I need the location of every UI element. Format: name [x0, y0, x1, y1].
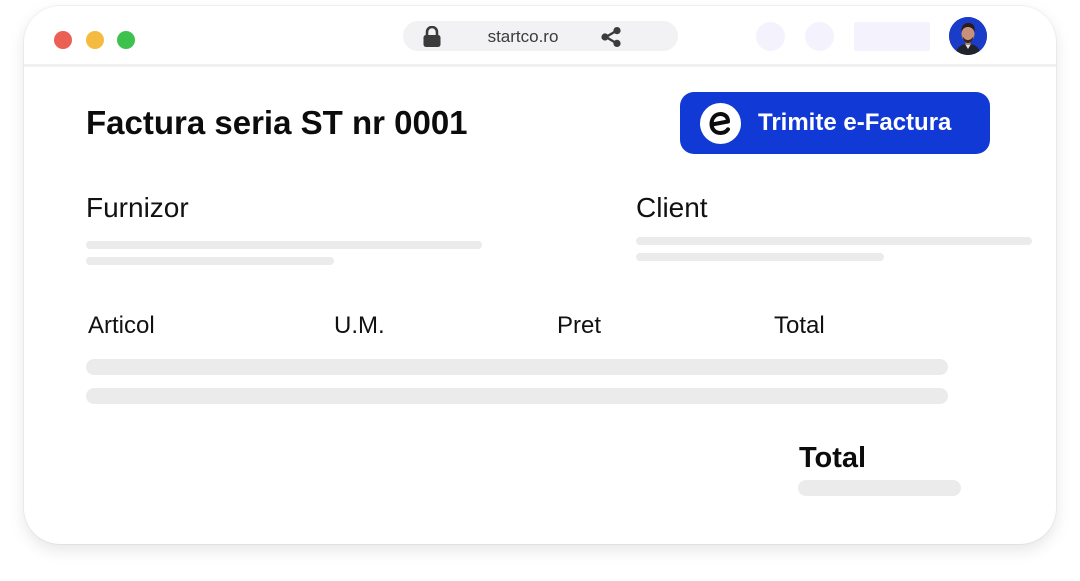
- url-text[interactable]: startco.ro: [463, 27, 583, 47]
- maximize-window-button[interactable]: [117, 31, 135, 49]
- invoice-total-value-placeholder: [798, 480, 961, 496]
- column-header-item: Articol: [88, 312, 155, 339]
- nav-placeholder-circle[interactable]: [756, 22, 785, 51]
- column-header-price: Pret: [557, 312, 602, 339]
- nav-placeholder-circle[interactable]: [805, 22, 834, 51]
- client-heading: Client: [636, 192, 708, 223]
- nav-placeholder-pill[interactable]: [854, 22, 930, 51]
- lock-icon: [423, 26, 441, 47]
- avatar-image: [949, 17, 987, 55]
- minimize-window-button[interactable]: [86, 31, 104, 49]
- supplier-line-placeholder: [86, 257, 334, 265]
- avatar[interactable]: [949, 17, 987, 55]
- supplier-heading: Furnizor: [86, 192, 189, 223]
- browser-titlebar: startco.ro: [24, 6, 1056, 67]
- table-row-placeholder: [86, 388, 948, 404]
- address-bar[interactable]: startco.ro: [403, 21, 678, 51]
- e-factura-icon: [700, 103, 741, 144]
- invoice-title: Factura seria ST nr 0001: [86, 104, 468, 141]
- column-header-unit: U.M.: [334, 312, 385, 339]
- client-line-placeholder: [636, 237, 1032, 245]
- send-efactura-button[interactable]: Trimite e-Factura: [680, 92, 990, 154]
- table-row-placeholder: [86, 359, 948, 375]
- browser-window: startco.ro Factura seria ST nr 0001 Trim…: [24, 6, 1056, 544]
- supplier-line-placeholder: [86, 241, 482, 249]
- client-line-placeholder: [636, 253, 884, 261]
- send-efactura-label: Trimite e-Factura: [758, 109, 952, 136]
- invoice-total-label: Total: [799, 442, 867, 474]
- share-icon[interactable]: [600, 26, 622, 48]
- column-header-total: Total: [774, 312, 825, 339]
- close-window-button[interactable]: [54, 31, 72, 49]
